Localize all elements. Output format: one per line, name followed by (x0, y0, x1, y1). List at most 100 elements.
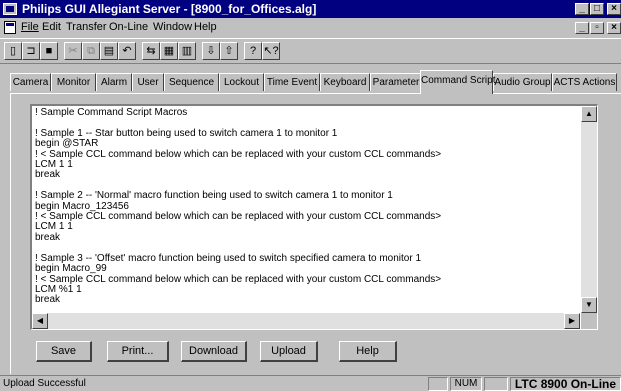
transfer-icon[interactable]: ⇆ (142, 42, 160, 60)
tab-label: Monitor (56, 77, 91, 88)
child-minimize-icon[interactable]: _ (575, 22, 589, 34)
toolbar: ▯ ⊐ ■ ✂ ⧉ ▤ ↶ ⇆ ▦ ▥ ⇩ ⇧ ? ↖? (0, 38, 621, 64)
menu-transfer[interactable]: Transfer (66, 21, 107, 33)
num-lock-label: NUM (454, 378, 478, 389)
tab-label: User (137, 77, 159, 88)
tab-time-event[interactable]: Time Event (264, 73, 320, 91)
menu-online-label: On-Line (109, 21, 149, 33)
print-button[interactable]: Print... (107, 341, 169, 362)
table-icon[interactable]: ▥ (178, 42, 196, 60)
menu-file[interactable]: File (21, 21, 39, 33)
close-icon[interactable]: × (607, 3, 621, 15)
upload-button[interactable]: Upload (260, 341, 318, 362)
tab-label: Camera (12, 77, 49, 88)
help-icon[interactable]: ? (244, 42, 262, 60)
script-editor[interactable]: ! Sample Command Script Macros ! Sample … (30, 104, 598, 330)
minimize-icon[interactable]: _ (575, 3, 589, 15)
tab-command-script[interactable]: Command Script (420, 70, 496, 94)
save-icon[interactable]: ■ (40, 42, 58, 60)
menu-help[interactable]: Help (194, 21, 217, 33)
download-icon[interactable]: ⇩ (202, 42, 220, 60)
status-message: Upload Successful (3, 378, 86, 389)
copy-icon[interactable]: ⧉ (82, 42, 100, 60)
scroll-corner (581, 313, 597, 329)
script-text[interactable]: ! Sample Command Script Macros ! Sample … (35, 107, 441, 306)
maximize-icon[interactable]: □ (590, 3, 604, 15)
menu-bar: File Edit Transfer On-Line Window Help _… (0, 18, 621, 38)
vertical-scrollbar[interactable]: ▲ ▼ (581, 106, 597, 313)
tab-lockout[interactable]: Lockout (219, 73, 264, 91)
context-help-icon[interactable]: ↖? (262, 42, 280, 60)
tab-user[interactable]: User (132, 73, 164, 91)
menu-file-label: File (21, 21, 39, 33)
open-icon[interactable]: ⊐ (22, 42, 40, 60)
save-button[interactable]: Save (36, 341, 92, 362)
tab-acts-actions[interactable]: ACTS Actions (552, 73, 617, 91)
menu-online[interactable]: On-Line (109, 21, 148, 33)
tab-label: Time Event (266, 77, 318, 88)
status-pane-empty-2 (484, 377, 508, 391)
menu-edit-label: Edit (42, 21, 61, 33)
title-bar: Philips GUI Allegiant Server - [8900_for… (0, 0, 621, 18)
scroll-right-icon[interactable]: ▶ (564, 313, 580, 329)
window-title: Philips GUI Allegiant Server - [8900_for… (22, 2, 317, 16)
scroll-down-icon[interactable]: ▼ (581, 297, 597, 313)
new-icon[interactable]: ▯ (4, 42, 22, 60)
undo-icon[interactable]: ↶ (118, 42, 136, 60)
tab-label: Command Script (421, 75, 496, 86)
help-button-label: Help (356, 345, 379, 357)
tab-label: Parameter (372, 77, 420, 88)
menu-transfer-label: Transfer (66, 21, 107, 33)
connection-status: LTC 8900 On-Line (510, 377, 621, 391)
tab-label: Lockout (223, 77, 260, 88)
tab-label: Alarm (100, 77, 128, 88)
menu-window-label: Window (153, 21, 193, 33)
script-line[interactable]: ! < Sample CCL command below which can b… (35, 274, 441, 285)
script-line[interactable]: ! < Sample CCL command below which can b… (35, 149, 441, 160)
script-line[interactable]: break (35, 170, 441, 181)
menu-edit[interactable]: Edit (42, 21, 61, 33)
connection-status-label: LTC 8900 On-Line (514, 377, 617, 391)
child-restore-icon[interactable]: ▫ (590, 22, 604, 34)
child-close-icon[interactable]: × (607, 22, 621, 34)
document-icon[interactable] (4, 21, 16, 34)
cut-icon[interactable]: ✂ (64, 42, 82, 60)
tab-alarm[interactable]: Alarm (96, 73, 132, 91)
tab-monitor[interactable]: Monitor (51, 73, 96, 91)
script-line[interactable]: break (35, 232, 441, 243)
tab-label: Keyboard (323, 77, 367, 88)
scroll-left-icon[interactable]: ◀ (32, 313, 48, 329)
tab-label: Sequence (168, 77, 215, 88)
script-line[interactable]: ! < Sample CCL command below which can b… (35, 211, 441, 222)
tab-label: Audio Group (494, 77, 551, 88)
print-button-label: Print... (121, 345, 154, 357)
help-button[interactable]: Help (339, 341, 397, 362)
save-button-label: Save (50, 345, 77, 357)
download-button[interactable]: Download (181, 341, 247, 362)
upload-button-label: Upload (271, 345, 306, 357)
tab-audio-group[interactable]: Audio Group (493, 73, 552, 91)
app-icon[interactable] (3, 3, 17, 15)
tab-camera[interactable]: Camera (10, 73, 51, 91)
script-line[interactable]: LCM 1 1 (35, 222, 441, 233)
grid-icon[interactable]: ▦ (160, 42, 178, 60)
tab-label: ACTS Actions (553, 77, 616, 88)
tab-parameter[interactable]: Parameter (370, 73, 422, 91)
horizontal-scrollbar[interactable]: ◀ ▶ (32, 313, 580, 329)
tab-sequence[interactable]: Sequence (164, 73, 219, 91)
paste-icon[interactable]: ▤ (100, 42, 118, 60)
script-line[interactable]: begin Macro_99 (35, 263, 441, 274)
scroll-up-icon[interactable]: ▲ (581, 106, 597, 122)
tab-strip: Camera Monitor Alarm User Sequence Locko… (10, 70, 621, 94)
script-line[interactable]: ! Sample Command Script Macros (35, 107, 441, 118)
download-button-label: Download (189, 345, 238, 357)
status-pane-empty (428, 377, 448, 391)
upload-icon[interactable]: ⇧ (220, 42, 238, 60)
script-line[interactable]: LCM %1 1 (35, 284, 441, 295)
menu-window[interactable]: Window (153, 21, 192, 33)
script-line[interactable]: break (35, 294, 441, 305)
script-line[interactable]: LCM 1 1 (35, 159, 441, 170)
menu-help-label: Help (194, 21, 217, 33)
tab-keyboard[interactable]: Keyboard (320, 73, 370, 91)
status-bar: Upload Successful NUM LTC 8900 On-Line (0, 375, 621, 391)
